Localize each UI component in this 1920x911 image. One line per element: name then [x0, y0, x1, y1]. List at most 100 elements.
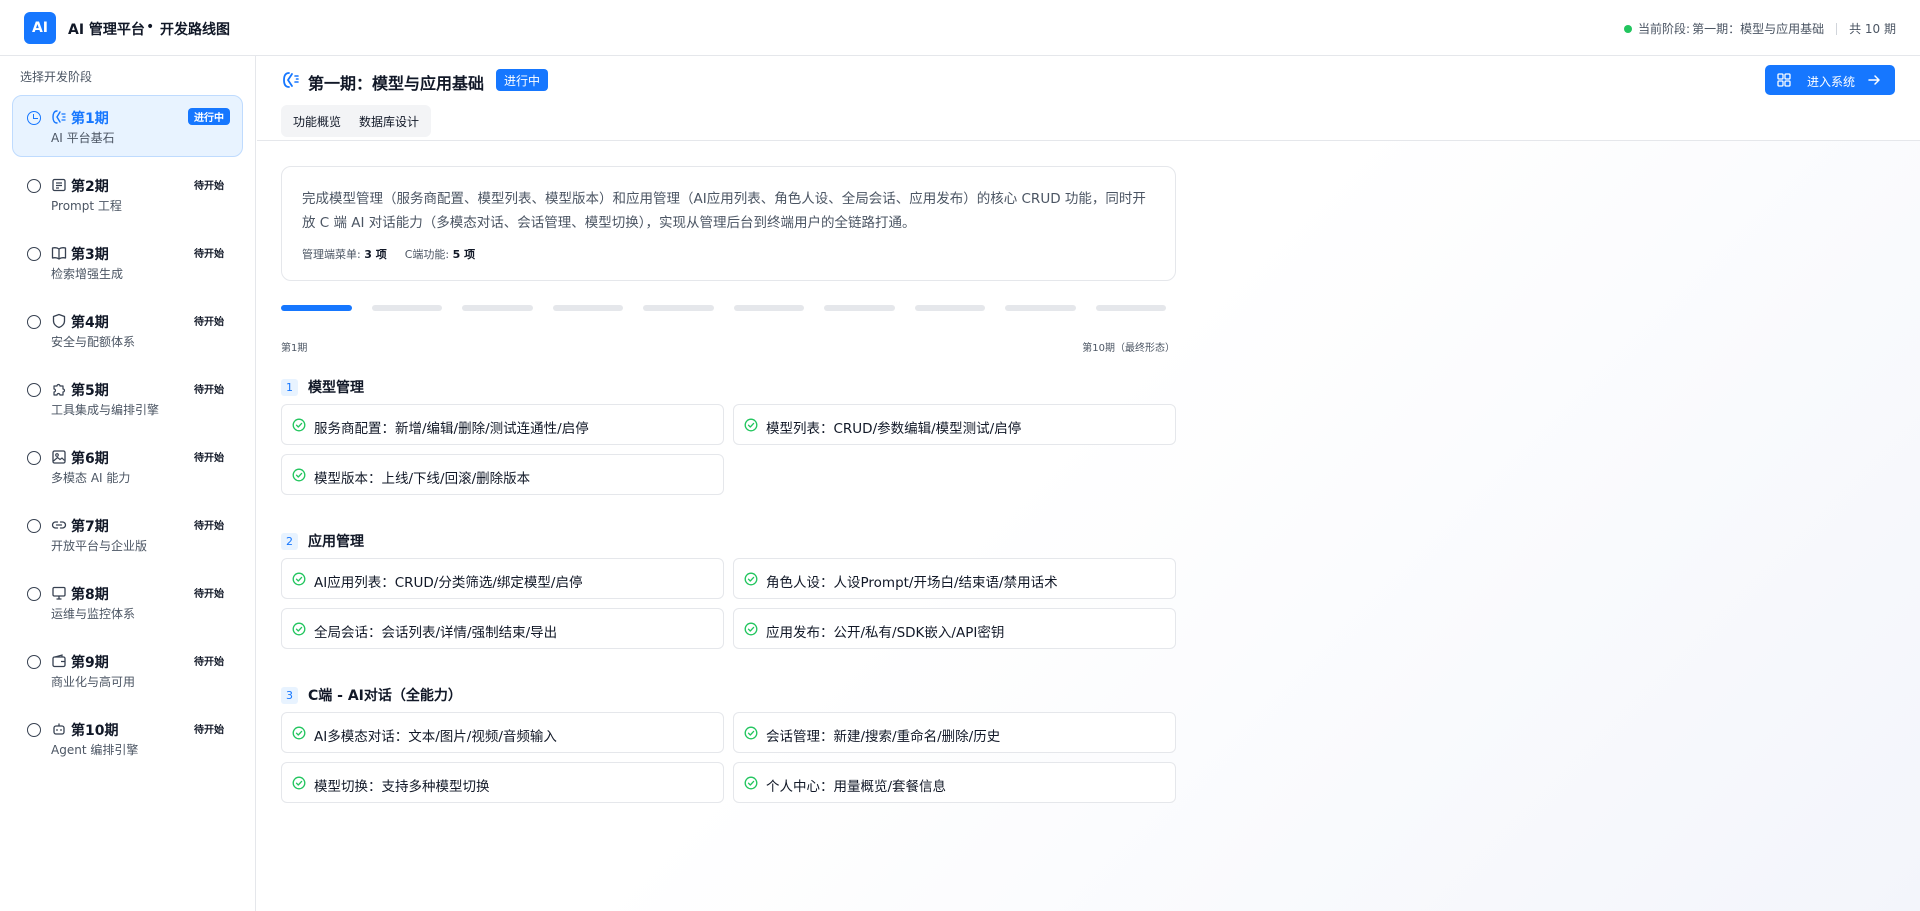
progress-segment: [1005, 305, 1076, 311]
feature-text: 会话管理：新建/搜索/重命名/删除/历史: [766, 729, 1001, 745]
progress-segment: [643, 305, 714, 311]
tab-database-design[interactable]: 数据库设计: [350, 108, 428, 134]
progress-segment: [462, 305, 533, 311]
radio-circle-icon: [27, 519, 41, 533]
status-badge: 进行中: [496, 69, 549, 91]
phase-status-badge: 待开始: [188, 584, 230, 601]
monitor-icon: [51, 585, 67, 601]
phase-title: 第5期: [71, 383, 109, 399]
wallet-icon: [51, 653, 67, 669]
progress-segment: [914, 305, 985, 311]
feature-text: 模型切换：支持多种模型切换: [314, 779, 490, 795]
feature-item: 模型列表：CRUD/参数编辑/模型测试/启停: [733, 404, 1176, 445]
phase-title: 第9期: [71, 655, 109, 671]
status-label: 当前阶段:: [1638, 22, 1691, 36]
radio-circle-icon: [27, 587, 41, 601]
feature-item: 模型版本：上线/下线/回滚/删除版本: [281, 454, 724, 495]
section-header: 2 应用管理: [281, 531, 364, 551]
phase-title: 第6期: [71, 451, 109, 467]
check-circle-icon: [744, 776, 758, 790]
stat-admin-menu: 管理端菜单: 3 项: [302, 248, 387, 261]
book-icon: [51, 245, 67, 261]
sidebar-item-phase-8[interactable]: 第8期 运维与监控体系 待开始: [12, 571, 243, 633]
phase-status-badge: 待开始: [188, 380, 230, 397]
top-bar: AI AI 管理平台 • 开发路线图 当前阶段: 第一期：模型与应用基础 共 1…: [0, 0, 1920, 56]
check-circle-icon: [292, 418, 306, 432]
sidebar-item-phase-3[interactable]: 第3期 检索增强生成 待开始: [12, 231, 243, 293]
feature-text: 全局会话：会话列表/详情/强制结束/导出: [314, 625, 558, 641]
section-title: C端 - AI对话（全能力）: [308, 688, 462, 704]
arrow-right-icon: [1868, 75, 1880, 85]
section-number: 1: [281, 378, 298, 396]
phase-progress: [281, 305, 1176, 311]
phase-stats: 管理端菜单: 3 项 C端功能: 5 项: [302, 246, 493, 262]
bot-icon: [51, 721, 67, 737]
document-icon: [51, 177, 67, 193]
sidebar-item-phase-5[interactable]: 第5期 工具集成与编排引擎 待开始: [12, 367, 243, 429]
progress-segment: [552, 305, 623, 311]
clock-icon: [27, 111, 41, 125]
feature-text: 角色人设：人设Prompt/开场白/结束语/禁用话术: [766, 575, 1058, 591]
phase-total: 共 10 期: [1849, 22, 1896, 36]
status-value: 第一期：模型与应用基础: [1692, 22, 1825, 36]
tab-feature-overview[interactable]: 功能概览: [284, 108, 351, 134]
sidebar-item-phase-1[interactable]: 第1期 AI 平台基石 进行中: [12, 95, 243, 157]
enter-system-button[interactable]: 进入系统: [1765, 65, 1895, 95]
feature-text: AI应用列表：CRUD/分类筛选/绑定模型/启停: [314, 575, 583, 591]
phase-status-badge: 待开始: [188, 720, 230, 737]
sidebar-item-phase-2[interactable]: 第2期 Prompt 工程 待开始: [12, 163, 243, 225]
feature-text: AI多模态对话：文本/图片/视频/音频输入: [314, 729, 557, 745]
section-header: 1 模型管理: [281, 377, 364, 397]
feature-item: 应用发布：公开/私有/SDK嵌入/API密钥: [733, 608, 1176, 649]
view-tabs: 功能概览 数据库设计: [281, 105, 432, 137]
section-title: 应用管理: [308, 534, 364, 550]
check-circle-icon: [744, 418, 758, 432]
feature-item: 模型切换：支持多种模型切换: [281, 762, 724, 803]
progress-start-label: 第1期: [281, 343, 308, 354]
section-number: 2: [281, 532, 298, 550]
check-circle-icon: [292, 468, 306, 482]
phase-description: AI 平台基石: [51, 131, 115, 145]
feature-text: 个人中心：用量概览/套餐信息: [766, 779, 947, 795]
check-circle-icon: [292, 572, 306, 586]
title-separator: •: [146, 19, 155, 35]
check-circle-icon: [744, 622, 758, 636]
feature-item: 全局会话：会话列表/详情/强制结束/导出: [281, 608, 724, 649]
link-icon: [51, 517, 67, 533]
app-logo: AI: [24, 12, 56, 44]
feature-item: AI应用列表：CRUD/分类筛选/绑定模型/启停: [281, 558, 724, 599]
check-circle-icon: [744, 726, 758, 740]
sidebar-item-phase-10[interactable]: 第10期 Agent 编排引擎 待开始: [12, 707, 243, 769]
sidebar-item-phase-9[interactable]: 第9期 商业化与高可用 待开始: [12, 639, 243, 701]
section-title: 模型管理: [308, 380, 364, 396]
phase-status-badge: 待开始: [188, 312, 230, 329]
radio-circle-icon: [27, 315, 41, 329]
phase-status-badge: 待开始: [188, 448, 230, 465]
sidebar-item-phase-6[interactable]: 第6期多模态 AI 能力 待开始: [12, 435, 243, 497]
sidebar-item-phase-4[interactable]: 第4期安全与配额体系 待开始: [12, 299, 243, 361]
app-subtitle: 开发路线图: [160, 22, 230, 38]
phase-description: 完成模型管理（服务商配置、模型列表、模型版本）和应用管理（AI应用列表、角色人设…: [302, 191, 1146, 231]
progress-segment: [1095, 305, 1166, 311]
feature-item: 角色人设：人设Prompt/开场白/结束语/禁用话术: [733, 558, 1176, 599]
ai-icon: [51, 109, 67, 125]
phase-description: 多模态 AI 能力: [51, 471, 131, 485]
feature-item: AI多模态对话：文本/图片/视频/音频输入: [281, 712, 724, 753]
enter-system-label: 进入系统: [1807, 75, 1856, 89]
phase-title: 第1期: [71, 111, 109, 127]
phase-description: Agent 编排引擎: [51, 743, 139, 757]
sidebar-item-phase-7[interactable]: 第7期 开放平台与企业版 待开始: [12, 503, 243, 565]
radio-circle-icon: [27, 247, 41, 261]
radio-circle-icon: [27, 179, 41, 193]
check-circle-icon: [744, 572, 758, 586]
status-dot-icon: [1624, 24, 1633, 33]
progress-segment: [281, 305, 352, 311]
phase-title: 第7期: [71, 519, 109, 535]
phase-status-badge: 待开始: [188, 176, 230, 193]
phase-description: 安全与配额体系: [51, 335, 136, 349]
phase-status-badge: 待开始: [188, 652, 230, 669]
phase-title: 第4期: [71, 315, 109, 331]
check-circle-icon: [292, 622, 306, 636]
radio-circle-icon: [27, 723, 41, 737]
progress-segment: [733, 305, 804, 311]
